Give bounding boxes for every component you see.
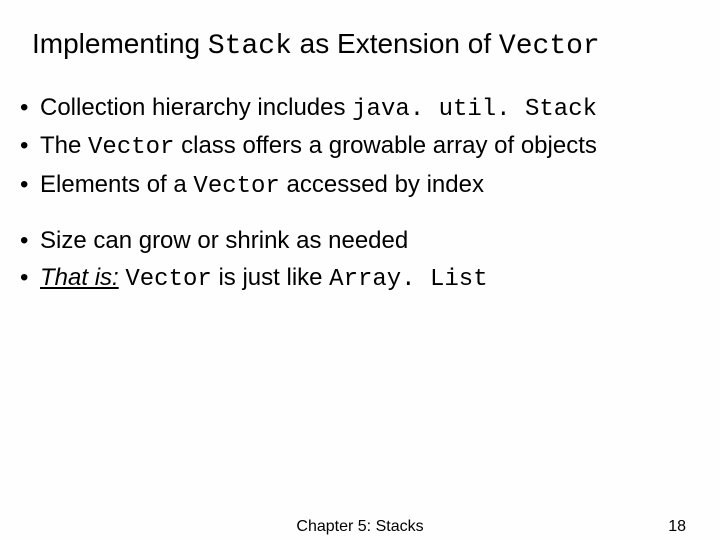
- title-pre: Implementing: [32, 28, 208, 59]
- bullet-list: • Collection hierarchy includes java. ut…: [18, 92, 702, 300]
- emphasis-lead: That is:: [40, 264, 119, 291]
- title-mid: as Extension of: [292, 28, 499, 59]
- footer-chapter: Chapter 5: Stacks: [296, 518, 423, 536]
- bullet-dot: •: [18, 169, 40, 203]
- bullet-text: Collection hierarchy includes java. util…: [40, 92, 702, 126]
- list-item: • Size can grow or shrink as needed: [18, 225, 702, 257]
- bullet-text: The Vector class offers a growable array…: [40, 130, 702, 164]
- list-item: • That is: Vector is just like Array. Li…: [18, 262, 702, 296]
- page-title: Implementing Stack as Extension of Vecto…: [18, 28, 702, 62]
- list-item: • Collection hierarchy includes java. ut…: [18, 92, 702, 126]
- bullet-dot: •: [18, 92, 40, 126]
- bullet-dot: •: [18, 225, 40, 257]
- bullet-text: Elements of a Vector accessed by index: [40, 169, 702, 203]
- bullet-text: That is: Vector is just like Array. List: [40, 262, 702, 296]
- slide: Implementing Stack as Extension of Vecto…: [0, 0, 720, 540]
- title-code-stack: Stack: [208, 31, 292, 62]
- list-item: • The Vector class offers a growable arr…: [18, 130, 702, 164]
- list-item: • Elements of a Vector accessed by index: [18, 169, 702, 203]
- footer-page-number: 18: [668, 518, 686, 536]
- bullet-dot: •: [18, 262, 40, 296]
- title-code-vector: Vector: [499, 31, 600, 62]
- bullet-text: Size can grow or shrink as needed: [40, 225, 702, 257]
- bullet-dot: •: [18, 130, 40, 164]
